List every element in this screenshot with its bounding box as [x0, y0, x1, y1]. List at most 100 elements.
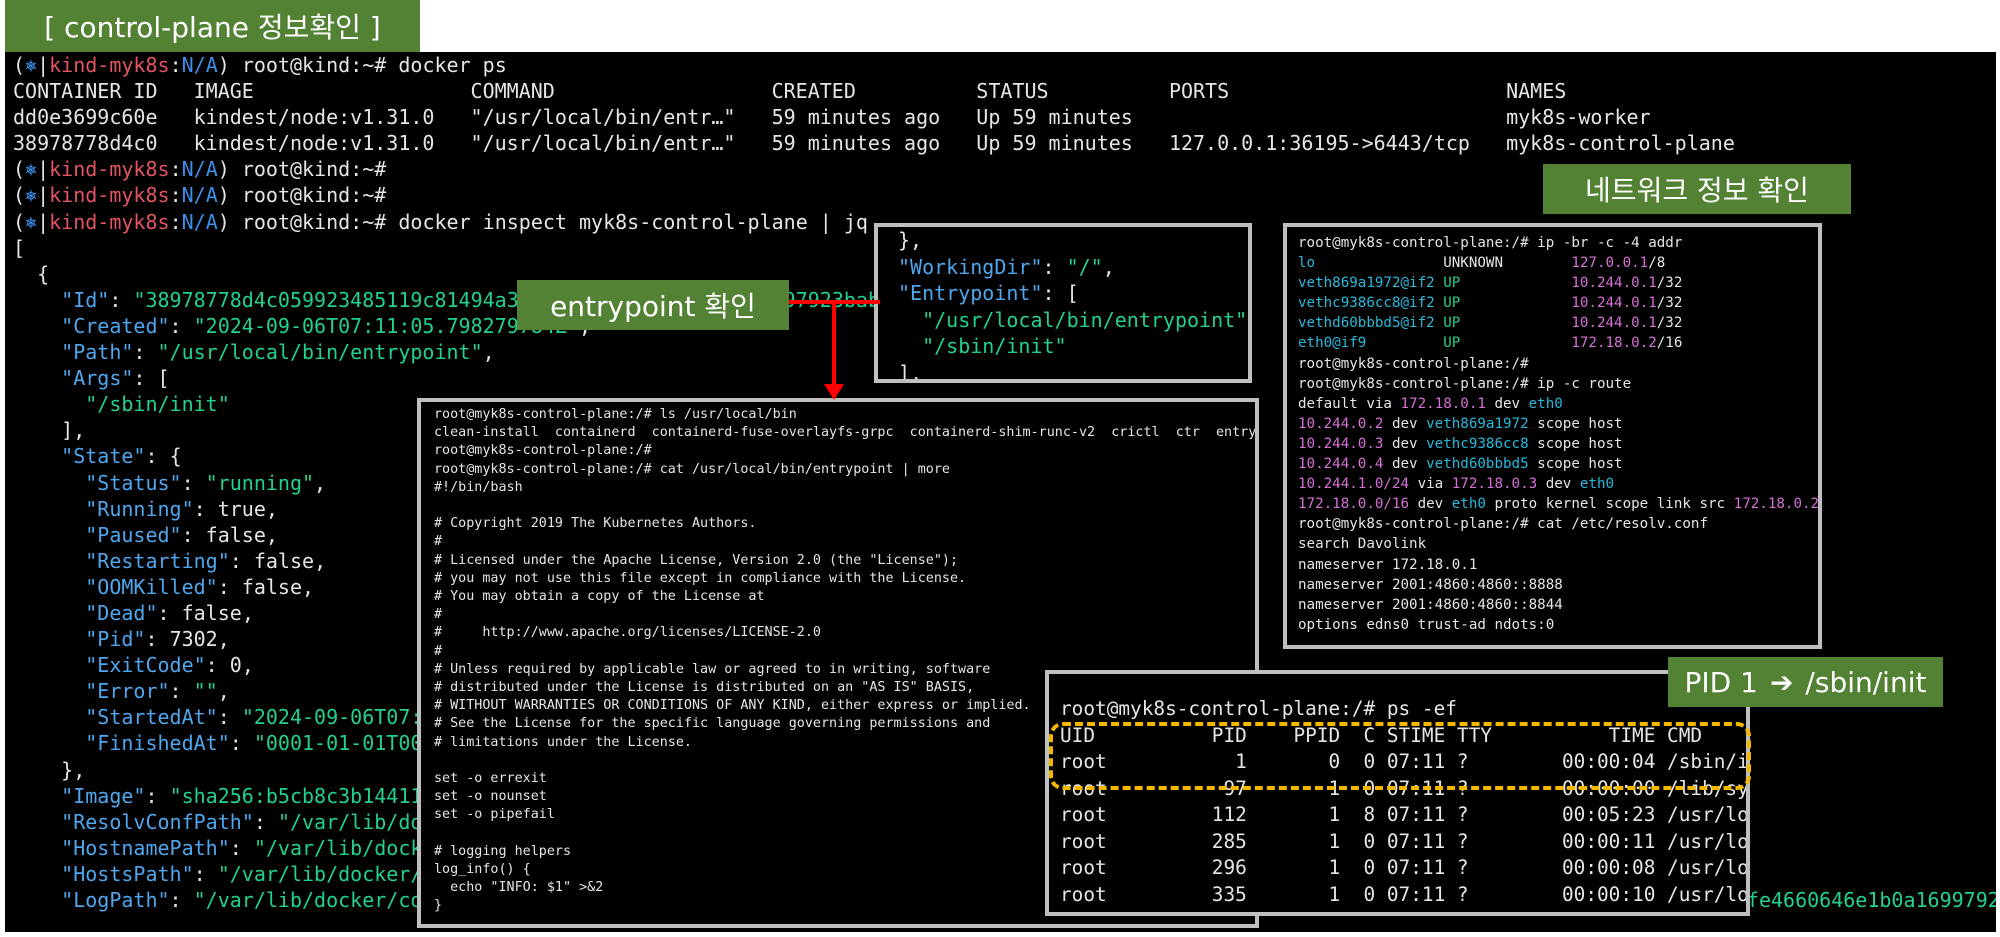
json-text: "/sbin/init" [898, 334, 1067, 358]
entrypoint-text: root@myk8s-control-plane:/# [434, 443, 652, 459]
prompt-colon: : [169, 53, 182, 77]
entrypoint-line: # Licensed under the Apache License, Ver… [421, 552, 1255, 570]
prompt-namespace: N/A [181, 157, 218, 182]
network-text: 172.18.0.0/16 [1298, 496, 1410, 513]
entrypoint-line [421, 497, 1255, 515]
docker-ps-row: 38978778d4c0 kindest/node:v1.31.0 "/usr/… [5, 130, 1996, 156]
json-value: 7302 [169, 627, 218, 652]
json-key: "StartedAt" [85, 705, 218, 730]
network-line: 10.244.1.0/24 via 172.18.0.3 dev eth0 [1287, 474, 1818, 494]
json-colon: : [169, 313, 194, 338]
prompt-command: docker ps [386, 53, 507, 77]
json-key: "Id" [61, 287, 110, 312]
prompt-sep: | [37, 53, 50, 77]
json-text: "/sbin/init" [13, 392, 230, 417]
json-key: "WorkingDir" [898, 254, 1043, 279]
network-check-text: 네트워크 정보 확인 [1585, 174, 1809, 207]
network-line: nameserver 2001:4860:4860::8888 [1287, 575, 1818, 595]
entrypoint-text [434, 826, 442, 841]
network-text: dev [1383, 415, 1427, 432]
entrypoint-text: # you may not use this file except in co… [434, 570, 967, 586]
entrypoint-text: } [434, 898, 443, 914]
entrypoint-text: # Unless required by applicable law or a… [434, 661, 991, 677]
json-key: "Error" [85, 679, 170, 704]
ps-row-text: root 296 1 0 07:11 ? 00:00:08 /usr/local… [1060, 856, 1749, 879]
entrypoint-text: # WITHOUT WARRANTIES OR CONDITIONS OF AN… [434, 698, 1031, 714]
pid1-label-left: PID 1 [1684, 665, 1758, 699]
json-key: "Created" [61, 313, 170, 338]
json-comma: , [265, 522, 278, 547]
network-line: lo UNKNOWN 127.0.0.1/8 [1287, 253, 1818, 273]
kube-icon: ⎈ [25, 209, 38, 234]
entrypoint-text: clean-install containerd containerd-fuse… [434, 425, 1259, 441]
prompt-user-host: root@kind:~# [241, 183, 387, 208]
network-check-label: 네트워크 정보 확인 [1543, 164, 1851, 214]
prompt-paren: ( [13, 183, 26, 208]
json-key: "Args" [61, 366, 134, 391]
network-text: dev [1383, 456, 1427, 473]
entrypoint-arrow-head-icon [824, 384, 844, 400]
network-text: vethc9386cc8@if2 [1298, 295, 1435, 312]
json-comma: , [314, 548, 327, 573]
json-colon: : [205, 653, 230, 678]
ps-command: root@myk8s-control-plane:/# ps -ef [1060, 697, 1457, 720]
network-line: default via 172.18.0.1 dev eth0 [1287, 394, 1818, 414]
network-text: via [1409, 476, 1452, 493]
network-text: root@myk8s-control-plane:/# ip -br -c -4… [1298, 235, 1683, 251]
json-colon: : [193, 496, 218, 521]
prompt-namespace: N/A [181, 53, 218, 77]
prompt-namespace: N/A [181, 209, 218, 234]
network-text: 172.18.0.3 [1451, 476, 1538, 493]
docker-ps-row: dd0e3699c60e kindest/node:v1.31.0 "/usr/… [5, 104, 1996, 130]
json-colon: : [253, 809, 278, 834]
network-text: scope host [1528, 456, 1623, 473]
json-value: "/" [1066, 254, 1103, 279]
entrypoint-text: #!/bin/bash [434, 479, 523, 495]
json-text: { [13, 261, 50, 286]
network-text: UP [1434, 315, 1572, 332]
network-text: UP [1434, 295, 1572, 312]
prompt-sep: | [37, 183, 50, 208]
ps-row: root 112 1 8 07:11 ? 00:05:23 /usr/local… [1049, 802, 1746, 829]
network-text: eth0 [1579, 476, 1615, 493]
docker-ps-header: CONTAINER ID IMAGE COMMAND CREATED STATU… [5, 78, 1996, 104]
entrypoint-text: root@myk8s-control-plane:/# ls /usr/loca… [434, 407, 797, 422]
network-text: dev [1485, 395, 1529, 412]
workingdir-line: "Entrypoint": [ [878, 280, 1248, 307]
network-text: nameserver 2001:4860:4860::8888 [1298, 576, 1563, 593]
network-text: scope host [1528, 415, 1623, 432]
entrypoint-line: root@myk8s-control-plane:/# [421, 442, 1255, 460]
network-text: dev [1537, 476, 1580, 493]
workingdir-line: }, [878, 227, 1248, 254]
json-colon: : [229, 731, 254, 756]
json-comma: , [217, 679, 230, 704]
network-text: proto kernel scope link src [1485, 496, 1734, 513]
json-end: , [1102, 254, 1115, 279]
network-line: 10.244.0.2 dev veth869a1972 scope host [1287, 414, 1818, 434]
entrypoint-text: log_info() { [434, 862, 531, 878]
network-text: 172.18.0.2 [1733, 496, 1820, 513]
json-comma: , [241, 653, 254, 678]
network-lines: root@myk8s-control-plane:/# ip -br -c -4… [1287, 227, 1818, 635]
network-text: 10.244.0.2 [1298, 415, 1384, 432]
json-text: }, [898, 228, 923, 252]
entrypoint-text: set -o errexit [434, 771, 547, 787]
network-line: 10.244.0.3 dev vethc9386cc8 scope host [1287, 434, 1818, 454]
prompt-paren: ) [217, 53, 242, 77]
json-colon: : [145, 627, 170, 652]
prompt-colon: : [169, 183, 182, 208]
json-colon: : [193, 861, 218, 886]
json-key: "Image" [61, 783, 146, 808]
json-colon: : [169, 679, 194, 704]
